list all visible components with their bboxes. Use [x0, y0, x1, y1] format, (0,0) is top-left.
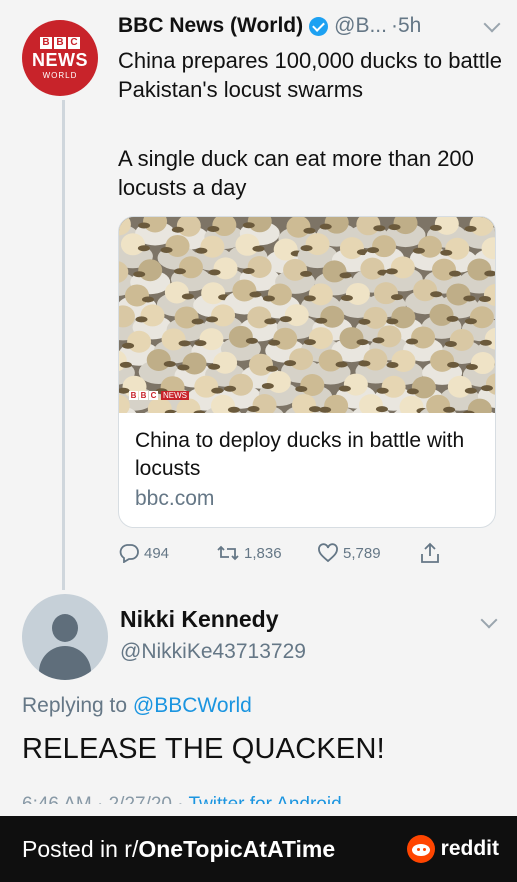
reply-menu-chevron-icon[interactable] [480, 611, 498, 629]
watermark-block-b1: B [129, 391, 138, 400]
tweet-subtext: A single duck can eat more than 200 locu… [118, 146, 474, 200]
card-domain: bbc.com [135, 487, 215, 510]
ducks-image[interactable]: B B C NEWS [119, 217, 495, 413]
reddit-logo-icon [406, 835, 435, 863]
avatar-news-text: NEWS [32, 49, 88, 70]
reply-action[interactable]: 494 [118, 540, 169, 566]
replying-prefix: Replying to [22, 694, 128, 717]
reply-count: 494 [144, 544, 170, 562]
retweet-icon [217, 545, 239, 561]
tweet-menu-chevron-icon[interactable] [483, 15, 501, 33]
replying-to-line: Replying to @BBCWorld [22, 694, 252, 718]
share-icon [421, 542, 439, 563]
card-title[interactable]: China to deploy ducks in battle with loc… [135, 427, 485, 483]
screenshot-crop-edge [0, 804, 517, 816]
link-preview-card[interactable]: B B C NEWS China to deploy ducks in batt… [118, 216, 496, 528]
replying-mention-link[interactable]: @BBCWorld [133, 694, 252, 717]
posted-in-text: Posted in r/OneTopicAtATime [22, 836, 335, 863]
verified-badge-icon [309, 16, 329, 36]
thread-connector-line [62, 100, 65, 590]
retweet-count: 1,836 [244, 544, 282, 562]
author-name[interactable]: BBC News (World) [118, 14, 303, 38]
nikki-avatar[interactable] [22, 594, 108, 680]
bbc-block-c: C [68, 36, 80, 49]
share-action[interactable] [420, 540, 444, 566]
posted-in-prefix: Posted in r/ [22, 835, 139, 862]
watermark-block-b2: B [139, 391, 148, 400]
tweet-header: BBC News (World) @B... ·5h [118, 10, 508, 42]
watermark-news-text: NEWS [161, 391, 189, 400]
reply-author-name[interactable]: Nikki Kennedy [120, 606, 279, 633]
reddit-wordmark: reddit [440, 837, 499, 860]
subreddit-link[interactable]: OneTopicAtATime [138, 836, 335, 862]
reply-icon [119, 544, 139, 563]
bbc-block-b1: B [40, 36, 52, 49]
bbc-news-avatar[interactable]: B B C NEWS WORLD [22, 20, 98, 96]
retweet-action[interactable]: 1,836 [216, 540, 282, 566]
tweet-timestamp[interactable]: ·5h [391, 14, 421, 38]
ducks-illustration [119, 217, 495, 413]
heart-icon [318, 543, 338, 563]
bbc-block-b2: B [54, 36, 66, 49]
bbc-news-watermark: B B C NEWS [129, 391, 189, 400]
tweet-text: China prepares 100,000 ducks to battle P… [118, 48, 503, 102]
reddit-footer-bar: Posted in r/OneTopicAtATime reddit [0, 816, 517, 882]
reply-text: RELEASE THE QUACKEN! [22, 733, 385, 765]
avatar-head-shape [52, 614, 78, 642]
reply-author-handle[interactable]: @NikkiKe43713729 [120, 640, 306, 664]
like-count: 5,789 [343, 544, 381, 562]
avatar-world-text: WORLD [42, 70, 78, 80]
bbc-logo-blocks: B B C [40, 36, 80, 49]
author-handle[interactable]: @B... [334, 14, 387, 38]
avatar-body-shape [39, 646, 91, 680]
watermark-block-c: C [149, 391, 158, 400]
reddit-brand[interactable]: reddit [406, 835, 499, 863]
like-action[interactable]: 5,789 [317, 540, 381, 566]
